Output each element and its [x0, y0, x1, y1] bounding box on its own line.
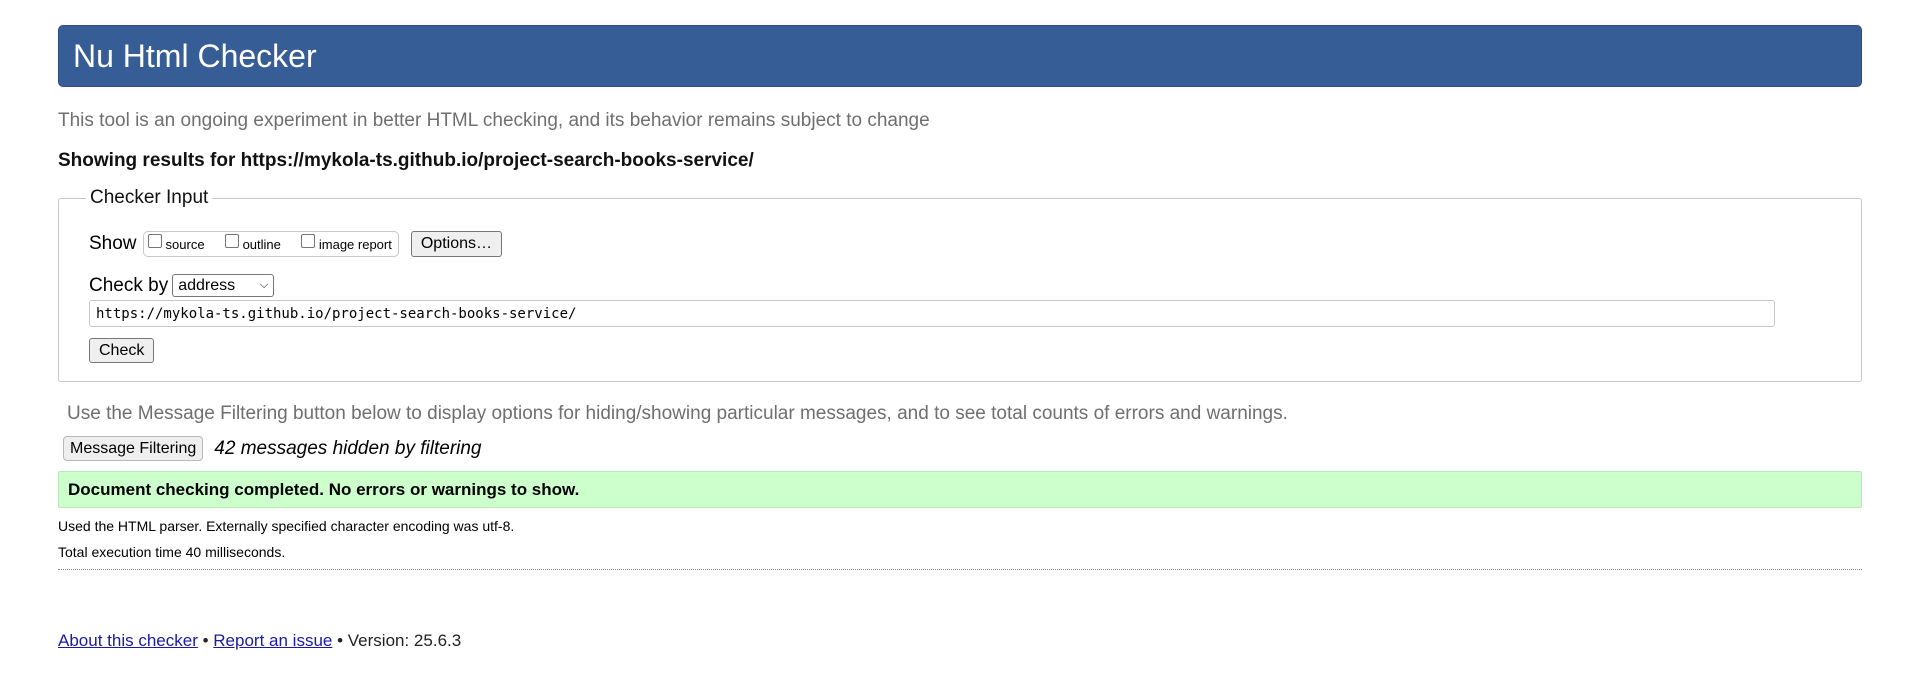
intro-text: This tool is an ongoing experiment in be…	[58, 110, 930, 131]
check-by-selected-value: address	[178, 276, 236, 294]
show-source-option[interactable]: source	[147, 234, 205, 252]
outline-checkbox[interactable]	[224, 234, 239, 248]
about-checker-link[interactable]: About this checker	[58, 631, 198, 650]
footer-separator: •	[337, 631, 344, 650]
show-row: Show source outline image report Options…	[89, 230, 502, 258]
show-options-group: source outline image report	[142, 231, 399, 257]
page-title: Nu Html Checker	[73, 38, 317, 74]
source-checkbox-label: source	[165, 236, 205, 252]
execution-time: Total execution time 40 milliseconds.	[58, 544, 286, 560]
footer: About this checker • Report an issue • V…	[58, 631, 461, 651]
parser-info: Used the HTML parser. Externally specifi…	[58, 518, 515, 534]
status-success-message: Document checking completed. No errors o…	[58, 471, 1862, 508]
message-filtering-row: Message Filtering 42 messages hidden by …	[63, 436, 482, 461]
image-report-checkbox[interactable]	[300, 234, 315, 248]
check-by-label: Check by	[89, 274, 169, 296]
divider	[58, 569, 1862, 570]
outline-checkbox-label: outline	[242, 236, 281, 252]
check-button[interactable]: Check	[89, 338, 155, 363]
check-by-row: Check by address ⌵	[89, 274, 275, 297]
show-outline-option[interactable]: outline	[224, 234, 281, 252]
message-filtering-button[interactable]: Message Filtering	[63, 436, 204, 461]
report-issue-link[interactable]: Report an issue	[213, 631, 332, 650]
url-input[interactable]: https://mykola-ts.github.io/project-sear…	[89, 300, 1775, 327]
checker-input-legend: Checker Input	[86, 187, 213, 209]
hidden-messages-count: 42 messages hidden by filtering	[214, 437, 482, 459]
version-text: Version: 25.6.3	[347, 631, 462, 650]
checker-page: Nu Html Checker This tool is an ongoing …	[0, 0, 1920, 680]
chevron-down-icon: ⌵	[259, 279, 269, 291]
image-report-checkbox-label: image report	[318, 236, 392, 252]
show-label: Show	[89, 233, 137, 254]
footer-separator: •	[202, 631, 209, 650]
message-filtering-note: Use the Message Filtering button below t…	[67, 403, 1288, 424]
results-for-heading: Showing results for https://mykola-ts.gi…	[58, 150, 754, 171]
source-checkbox[interactable]	[147, 234, 162, 248]
options-button[interactable]: Options…	[410, 231, 502, 257]
check-by-select[interactable]: address ⌵	[172, 274, 275, 297]
checker-input-fieldset: Checker Input Show source outline image …	[58, 187, 1862, 382]
show-image-report-option[interactable]: image report	[300, 234, 392, 252]
header-banner: Nu Html Checker	[58, 25, 1862, 87]
